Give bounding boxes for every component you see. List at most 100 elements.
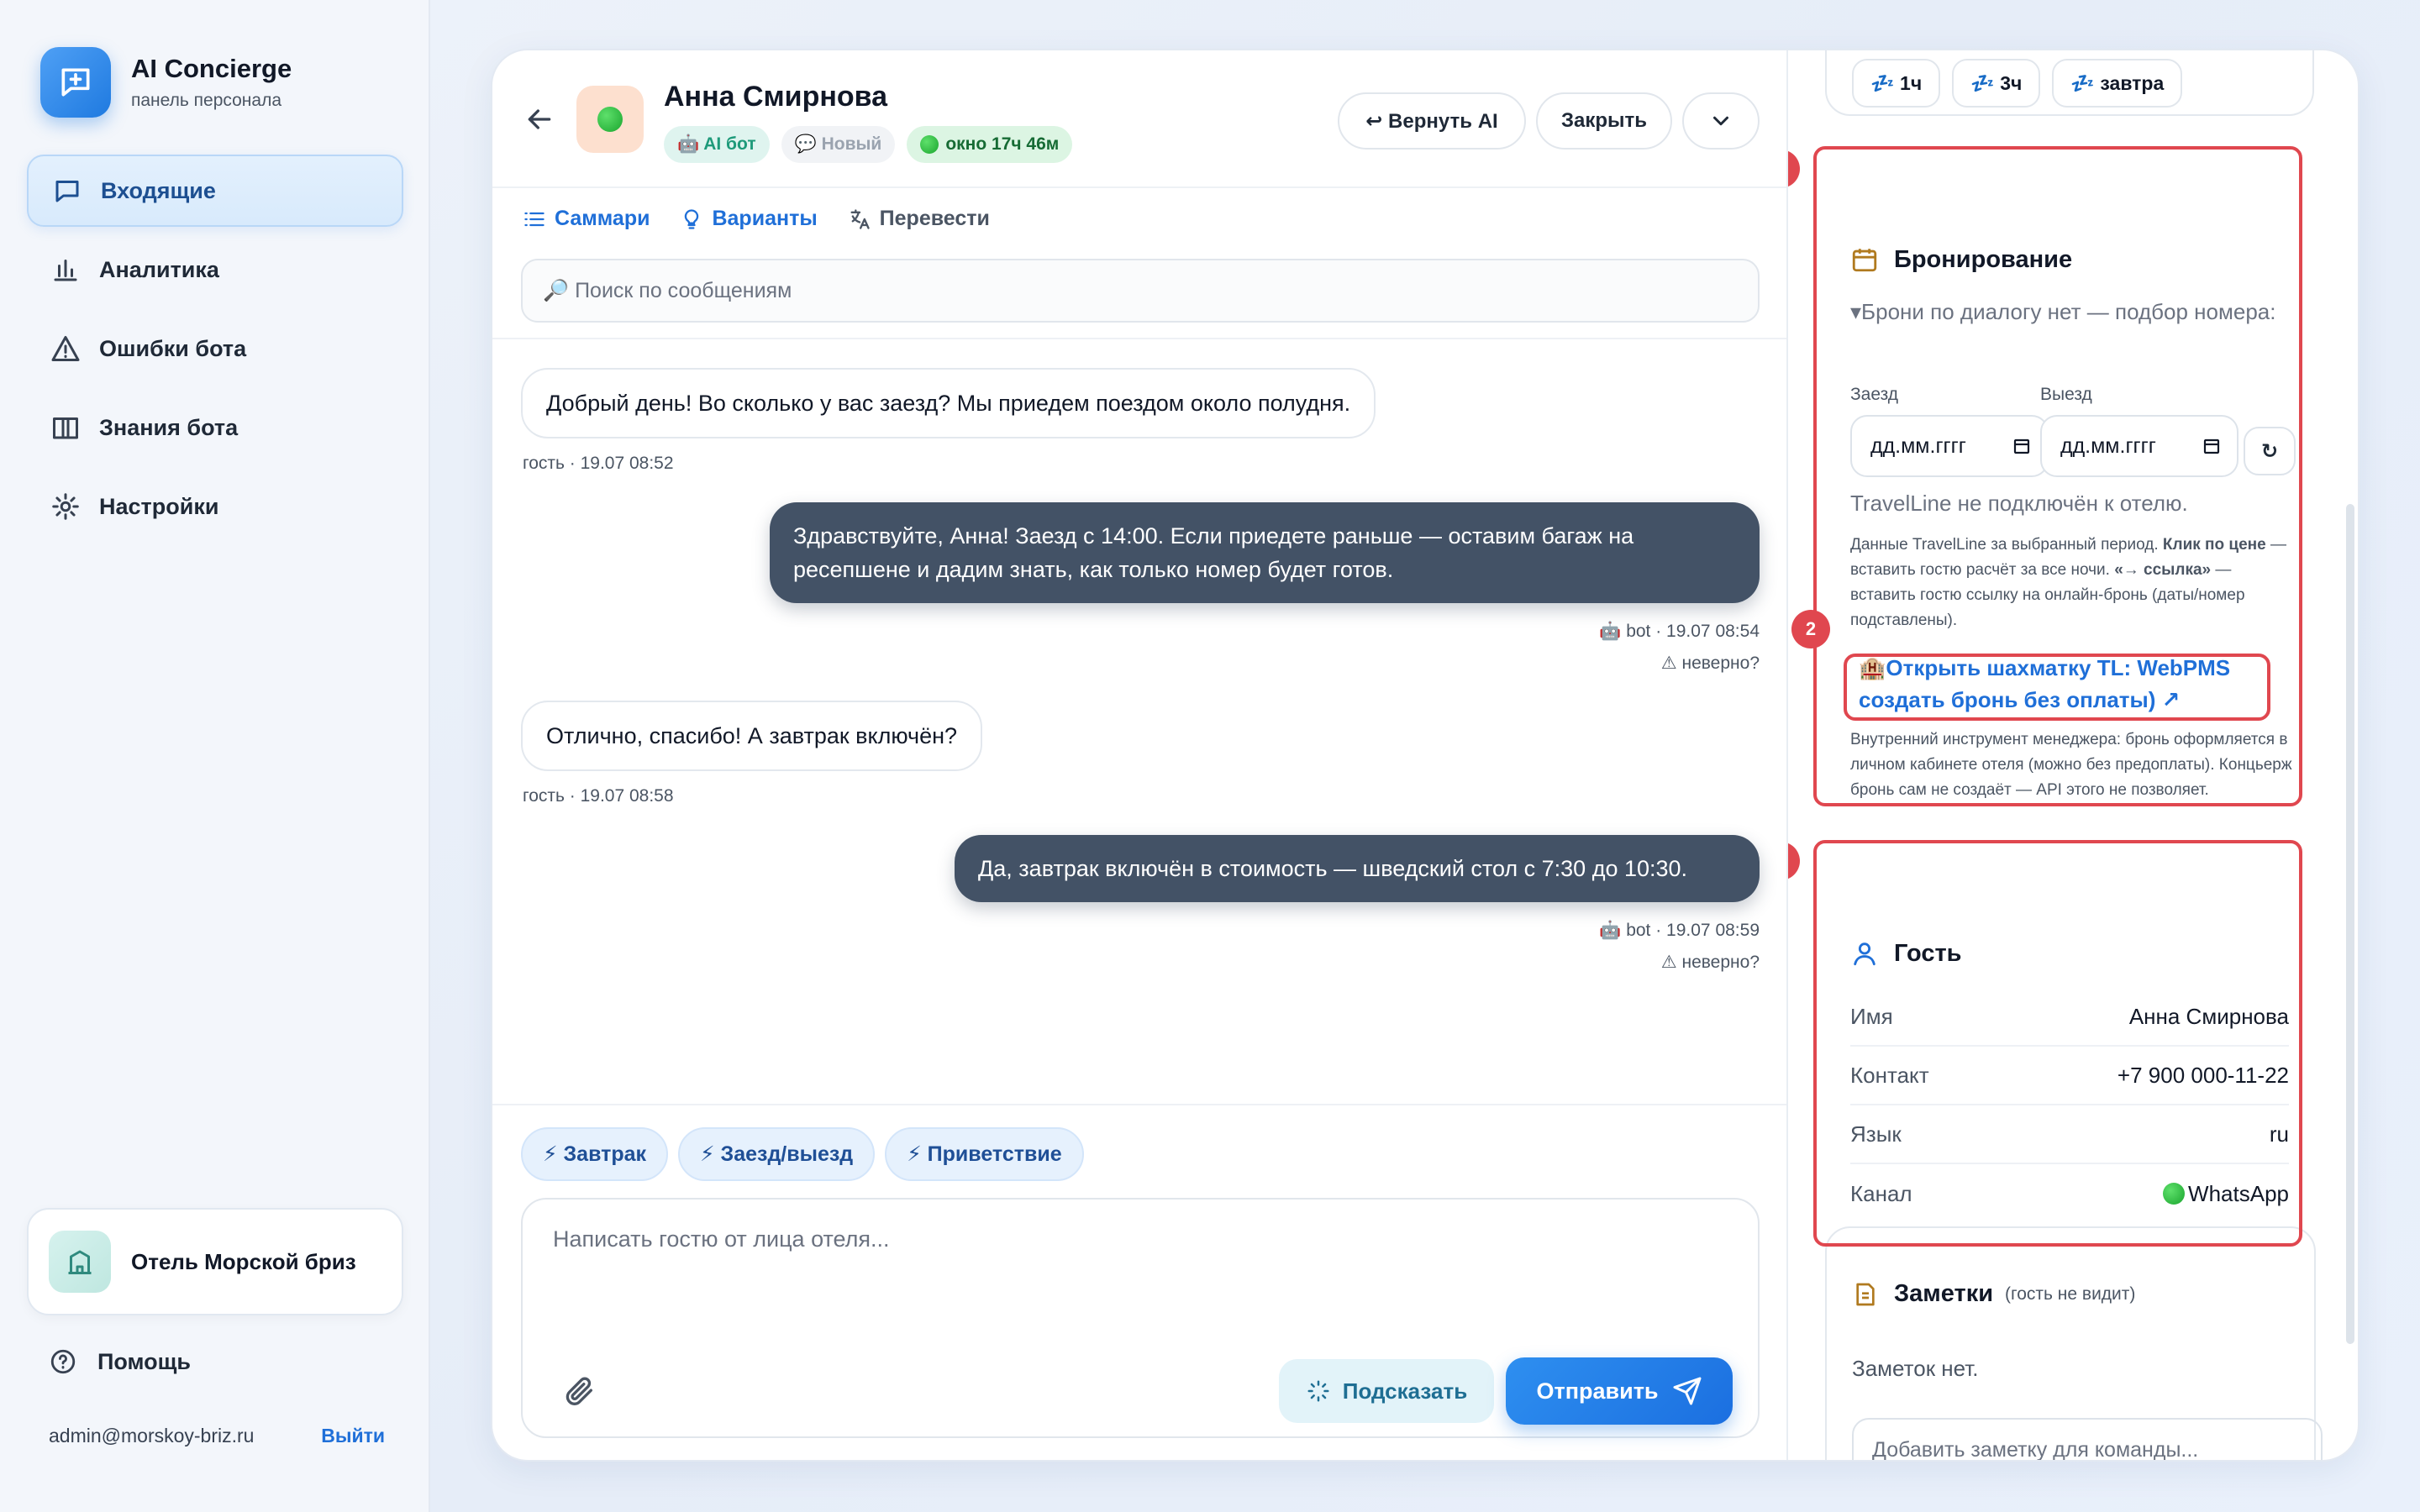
window-badge-label: окно 17ч 46м xyxy=(945,134,1060,154)
highlight-box-link xyxy=(1844,654,2270,721)
ai-bot-badge: 🤖 AI бот xyxy=(664,126,770,163)
help-link[interactable]: Помощь xyxy=(49,1347,191,1376)
message-meta: гость · 19.07 08:58 xyxy=(523,786,674,806)
spinner-icon xyxy=(1307,1380,1329,1402)
building-icon xyxy=(49,1231,111,1293)
variants-label: Варианты xyxy=(712,207,818,230)
avatar xyxy=(576,86,644,153)
guest-message: Отлично, спасибо! А завтрак включён? xyxy=(521,701,983,771)
translate-button[interactable]: Перевести xyxy=(848,207,990,231)
annotation-marker-3: 3 xyxy=(1788,842,1800,880)
gear-icon xyxy=(52,493,79,520)
quick-reply-breakfast[interactable]: ⚡ Завтрак xyxy=(521,1127,669,1181)
variants-button[interactable]: Варианты xyxy=(680,207,818,231)
close-button[interactable]: Закрыть xyxy=(1536,92,1672,150)
report-wrong-link[interactable]: ⚠ неверно? xyxy=(1423,653,1760,674)
sidebar-item-label: Знания бота xyxy=(99,414,239,440)
hotel-name: Отель Морской бриз xyxy=(131,1248,356,1274)
translate-icon xyxy=(850,208,870,229)
translate-label: Перевести xyxy=(879,207,990,230)
quick-reply-checkin-checkout[interactable]: ⚡ Заезд/выезд xyxy=(678,1127,876,1181)
sidebar-item-analytics[interactable]: Аналитика xyxy=(27,234,403,306)
highlight-box-guest xyxy=(1813,840,2302,1247)
quick-replies: ⚡ Завтрак ⚡ Заезд/выезд ⚡ Приветствие xyxy=(521,1127,1094,1181)
snooze-tomorrow-button[interactable]: 💤 завтра xyxy=(2052,59,2183,108)
sidebar-item-label: Настройки xyxy=(99,493,219,519)
add-note-input[interactable]: Добавить заметку для команды... xyxy=(1852,1418,2323,1460)
book-icon xyxy=(53,417,78,439)
compose-input[interactable]: Написать гостю от лица отеля... xyxy=(553,1226,890,1252)
more-dropdown-button[interactable] xyxy=(1682,92,1760,150)
chevron-down-icon xyxy=(1713,116,1728,126)
divider xyxy=(492,338,1786,339)
green-dot-icon xyxy=(920,135,939,154)
suggest-label: Подсказать xyxy=(1342,1378,1468,1404)
sidebar-nav: Входящие Аналитика Ошибки бота Знания бо… xyxy=(27,155,403,549)
question-icon xyxy=(50,1349,76,1374)
sidebar: AI Concierge панель персонала Входящие А… xyxy=(0,0,430,1512)
notes-title: Заметки (гость не видит) xyxy=(1852,1280,2135,1308)
warning-icon xyxy=(51,336,80,361)
details-panel: 💤 1ч 💤 3ч 💤 завтра Бронирование ▾Брони п… xyxy=(1788,50,2358,1460)
back-arrow-icon[interactable] xyxy=(523,102,556,140)
chat-icon xyxy=(55,181,79,202)
status-badges: 🤖 AI бот 💬 Новый окно 17ч 46м xyxy=(664,126,1084,163)
sidebar-item-label: Аналитика xyxy=(99,256,219,282)
sidebar-item-bot-errors[interactable]: Ошибки бота xyxy=(27,312,403,385)
suggest-button[interactable]: Подсказать xyxy=(1279,1359,1494,1423)
bot-message: Да, завтрак включён в стоимость — шведск… xyxy=(955,835,1760,902)
chat-header: Анна Смирнова 🤖 AI бот 💬 Новый окно 17ч … xyxy=(492,50,1786,188)
user-row: admin@morskoy-briz.ru Выйти xyxy=(49,1425,385,1447)
send-icon xyxy=(1673,1377,1702,1405)
notes-card: Заметки (гость не видит) Заметок нет. До… xyxy=(1825,1226,2323,1460)
send-label: Отправить xyxy=(1536,1378,1659,1404)
sidebar-item-settings[interactable]: Настройки xyxy=(27,470,403,543)
send-button[interactable]: Отправить xyxy=(1506,1357,1733,1425)
guest-message: Добрый день! Во сколько у вас заезд? Мы … xyxy=(521,368,1376,438)
whatsapp-status-dot-icon xyxy=(597,107,623,132)
hotel-switcher[interactable]: Отель Морской бриз xyxy=(27,1208,403,1315)
window-badge: окно 17ч 46м xyxy=(907,126,1073,163)
annotation-marker-2: 2 xyxy=(1791,610,1830,648)
contact-name: Анна Смирнова xyxy=(664,81,888,113)
brand-title: AI Concierge xyxy=(131,54,292,83)
snooze-card: 💤 1ч 💤 3ч 💤 завтра xyxy=(1825,50,2314,116)
side-scrollbar[interactable] xyxy=(2346,504,2354,1344)
notes-subtitle: (гость не видит) xyxy=(2005,1284,2136,1304)
divider xyxy=(492,1104,1786,1105)
chat-tools: Саммари Варианты Перевести xyxy=(523,207,1020,231)
sidebar-item-label: Ошибки бота xyxy=(99,335,247,361)
notes-title-label: Заметки xyxy=(1894,1280,1994,1307)
note-icon xyxy=(1856,1283,1875,1305)
sidebar-item-label: Входящие xyxy=(101,177,216,203)
sidebar-item-bot-knowledge[interactable]: Знания бота xyxy=(27,391,403,464)
paperclip-icon[interactable] xyxy=(563,1374,597,1412)
main-panel: Анна Смирнова 🤖 AI бот 💬 Новый окно 17ч … xyxy=(491,49,2360,1462)
new-badge: 💬 Новый xyxy=(781,126,896,163)
message-meta: гость · 19.07 08:52 xyxy=(523,454,674,473)
bar-chart-icon xyxy=(54,260,77,281)
sidebar-item-inbox[interactable]: Входящие xyxy=(27,155,403,227)
quick-reply-greeting[interactable]: ⚡ Приветствие xyxy=(885,1127,1084,1181)
message-meta: 🤖 bot · 19.07 08:59 xyxy=(1599,921,1760,940)
user-email: admin@morskoy-briz.ru xyxy=(49,1425,255,1446)
logout-button[interactable]: Выйти xyxy=(321,1425,385,1447)
snooze-options: 💤 1ч 💤 3ч 💤 завтра xyxy=(1852,59,2194,108)
summary-button[interactable]: Саммари xyxy=(523,207,650,231)
snooze-1h-button[interactable]: 💤 1ч xyxy=(1852,59,1941,108)
bot-message: Здравствуйте, Анна! Заезд с 14:00. Если … xyxy=(770,502,1760,603)
snooze-3h-button[interactable]: 💤 3ч xyxy=(1952,59,2041,108)
report-wrong-link[interactable]: ⚠ неверно? xyxy=(1423,952,1760,973)
return-ai-button[interactable]: ↩ Вернуть AI xyxy=(1338,92,1526,150)
brand: AI Concierge панель персонала xyxy=(40,47,292,118)
annotation-marker-1: 1 xyxy=(1788,150,1800,188)
summary-label: Саммари xyxy=(555,207,650,230)
compose-box[interactable]: Написать гостю от лица отеля... Подсказа… xyxy=(521,1198,1760,1438)
notes-empty: Заметок нет. xyxy=(1852,1356,1979,1381)
help-label: Помощь xyxy=(97,1348,192,1374)
chat-column: Анна Смирнова 🤖 AI бот 💬 Новый окно 17ч … xyxy=(492,50,1788,1460)
lightbulb-icon xyxy=(685,208,699,229)
message-meta: 🤖 bot · 19.07 08:54 xyxy=(1599,622,1760,641)
message-search-input[interactable]: 🔎 Поиск по сообщениям xyxy=(521,259,1760,323)
list-icon xyxy=(524,212,544,226)
